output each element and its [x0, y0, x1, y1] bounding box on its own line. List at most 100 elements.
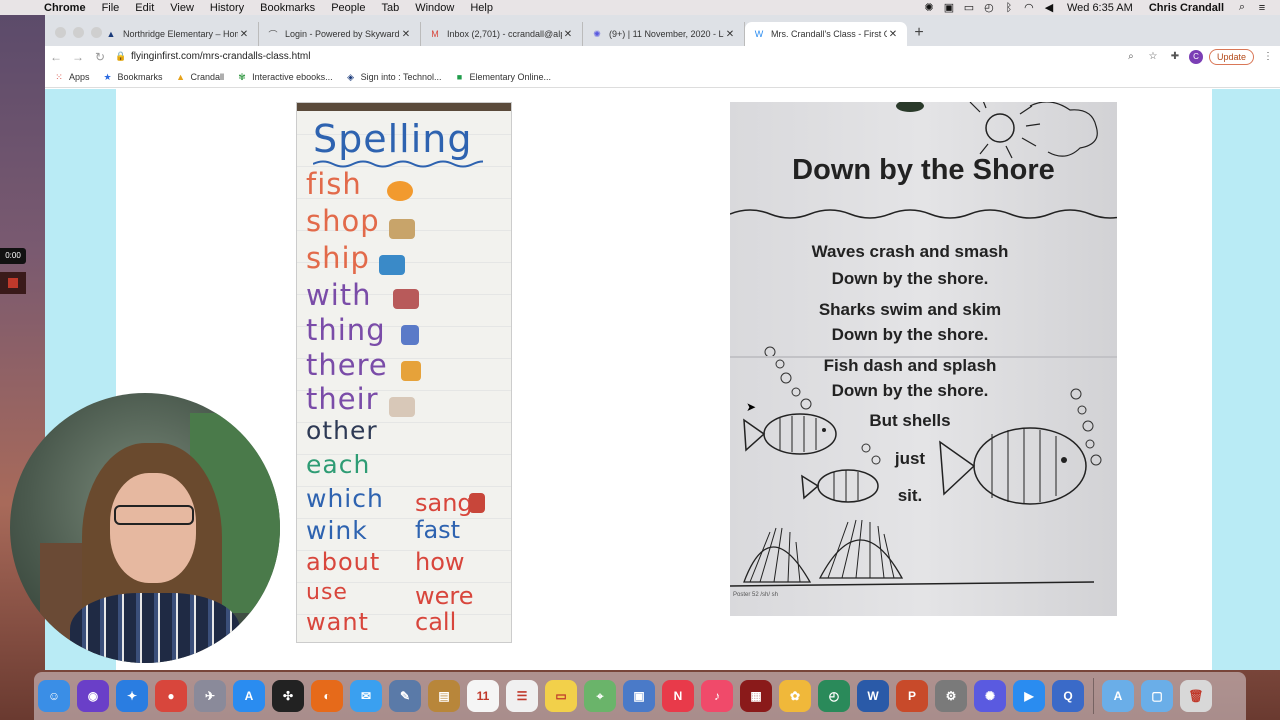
screencast-status-icon[interactable]: ✺: [919, 1, 939, 14]
launchpad-icon[interactable]: ✈: [194, 680, 226, 712]
menu-user[interactable]: Chris Crandall: [1141, 2, 1232, 14]
owl-icon: ◈: [347, 71, 355, 82]
menu-view[interactable]: View: [162, 2, 202, 14]
messages-icon[interactable]: ✉: [350, 680, 382, 712]
poem-poster-photo[interactable]: Down by the Shore Waves crash and smash …: [730, 102, 1117, 616]
update-button[interactable]: Update: [1208, 48, 1254, 65]
airplay-icon[interactable]: ▭: [959, 1, 979, 14]
back-button[interactable]: ←: [45, 50, 67, 64]
menu-file[interactable]: File: [94, 2, 128, 14]
word-icon[interactable]: W: [857, 680, 889, 712]
powerpoint-icon[interactable]: P: [896, 680, 928, 712]
menu-bookmarks[interactable]: Bookmarks: [252, 2, 323, 14]
forward-button[interactable]: →: [67, 50, 89, 64]
bookmark-apps[interactable]: ⁙ Apps: [53, 72, 89, 83]
menu-edit[interactable]: Edit: [127, 2, 162, 14]
close-tab-icon[interactable]: ✕: [887, 29, 899, 40]
app-store-icon[interactable]: A: [233, 680, 265, 712]
control-menu-icon[interactable]: ≡: [1252, 2, 1272, 14]
toy-picture-icon: [401, 325, 419, 345]
chrome-icon[interactable]: ●: [155, 680, 187, 712]
tab-northridge[interactable]: ▲ Northridge Elementary – Home ✕: [97, 22, 259, 46]
tab-notifications[interactable]: ✺ (9+) | 11 November, 2020 - Lo ✕: [583, 22, 745, 46]
zoom-icon[interactable]: ⌕: [1123, 51, 1139, 62]
tab-skyward[interactable]: ⌒ Login - Powered by Skyward ✕: [259, 22, 421, 46]
menu-tab[interactable]: Tab: [373, 2, 407, 14]
extension-status-icon[interactable]: ▣: [939, 1, 959, 14]
minimize-window-button[interactable]: [73, 27, 84, 38]
bookmark-bookmarks[interactable]: ★ Bookmarks: [102, 72, 162, 83]
maps-icon[interactable]: ⌖: [584, 680, 616, 712]
menu-window[interactable]: Window: [407, 2, 462, 14]
extensions-puzzle-icon[interactable]: ✚: [1167, 51, 1183, 62]
bookmark-elementary-online[interactable]: ■ Elementary Online...: [454, 72, 551, 82]
news-icon[interactable]: N: [662, 680, 694, 712]
more-menu-icon[interactable]: ⋮: [1260, 51, 1276, 62]
zoom-icon[interactable]: ▶: [1013, 680, 1045, 712]
notebook-icon[interactable]: ▤: [428, 680, 460, 712]
bookmark-star-icon[interactable]: ☆: [1145, 51, 1161, 62]
spotlight-search-icon[interactable]: ⌕: [1232, 1, 1252, 14]
photo-booth-icon[interactable]: ▦: [740, 680, 772, 712]
close-tab-icon[interactable]: ✕: [724, 29, 736, 40]
menu-clock[interactable]: Wed 6:35 AM: [1059, 2, 1141, 14]
close-window-button[interactable]: [55, 27, 66, 38]
reminders-icon[interactable]: ☰: [506, 680, 538, 712]
firefox-icon[interactable]: ◐: [311, 680, 343, 712]
url-text[interactable]: flyinginfirst.com/mrs-crandalls-class.ht…: [131, 51, 310, 62]
screencastify-icon[interactable]: ✺: [974, 680, 1006, 712]
bookmark-crandall[interactable]: ▲ Crandall: [175, 72, 224, 82]
finder-icon[interactable]: ☺: [38, 680, 70, 712]
spelling-word: with: [306, 278, 372, 312]
siri-icon[interactable]: ◉: [77, 680, 109, 712]
person-face: [110, 473, 196, 583]
quicktime-icon[interactable]: Q: [1052, 680, 1084, 712]
preview-icon[interactable]: ✎: [389, 680, 421, 712]
tab-title: Login - Powered by Skyward: [285, 29, 400, 39]
poem-line: Waves crash and smash: [811, 242, 1009, 261]
spelling-title: Spelling: [313, 117, 473, 161]
new-tab-button[interactable]: +: [907, 22, 931, 46]
lock-icon[interactable]: 🔒: [115, 51, 131, 62]
safari-icon[interactable]: ✦: [116, 680, 148, 712]
spelling-word-right: sang: [415, 489, 473, 517]
flower-icon: ✺: [593, 28, 601, 39]
menu-app-name[interactable]: Chrome: [36, 2, 94, 14]
close-tab-icon[interactable]: ✕: [238, 29, 250, 40]
volume-icon[interactable]: ◀: [1039, 1, 1059, 14]
poster-footer: Poster 52 /sh/ sh: [733, 592, 779, 598]
close-tab-icon[interactable]: ✕: [400, 29, 412, 40]
system-preferences-icon[interactable]: ⚙: [935, 680, 967, 712]
photo-browser-icon[interactable]: ▣: [623, 680, 655, 712]
ship-picture-icon: [379, 255, 405, 275]
tab-mrs-crandalls-class[interactable]: W Mrs. Crandall's Class - First G ✕: [745, 22, 907, 46]
compass-icon[interactable]: ✣: [272, 680, 304, 712]
bookmark-sign-into[interactable]: ◈ Sign into : Technol...: [345, 71, 441, 83]
menu-help[interactable]: Help: [462, 2, 501, 14]
profile-avatar[interactable]: C: [1188, 49, 1203, 64]
menu-history[interactable]: History: [202, 2, 252, 14]
bookmark-interactive-ebooks[interactable]: ✾ Interactive ebooks...: [236, 72, 332, 83]
stop-recording-button[interactable]: [0, 272, 26, 294]
notes-icon[interactable]: ▭: [545, 680, 577, 712]
spelling-word: their: [306, 382, 379, 416]
reload-button[interactable]: ↻: [89, 50, 111, 64]
bluetooth-icon[interactable]: ᛒ: [999, 2, 1019, 14]
trash-icon[interactable]: 🗑: [1180, 680, 1212, 712]
family-picture-icon: [389, 397, 415, 417]
documents-folder-icon[interactable]: ▢: [1141, 680, 1173, 712]
spelling-word: use: [306, 580, 348, 605]
close-tab-icon[interactable]: ✕: [562, 29, 574, 40]
photos-icon[interactable]: ✿: [779, 680, 811, 712]
music-icon[interactable]: ♪: [701, 680, 733, 712]
calendar-icon[interactable]: 11: [467, 680, 499, 712]
time-machine-icon[interactable]: ◴: [818, 680, 850, 712]
applications-folder-icon[interactable]: A: [1102, 680, 1134, 712]
webcam-overlay[interactable]: [10, 393, 280, 663]
menu-people[interactable]: People: [323, 2, 373, 14]
address-bar[interactable]: 🔒 flyinginfirst.com/mrs-crandalls-class.…: [115, 46, 1165, 67]
spelling-chart-photo[interactable]: Spelling fish shop ship with thing there…: [296, 102, 512, 643]
wifi-icon[interactable]: ◠: [1019, 1, 1039, 14]
time-machine-status-icon[interactable]: ◴: [979, 1, 999, 14]
tab-gmail[interactable]: M Inbox (2,701) - ccrandall@alpin ✕: [421, 22, 583, 46]
